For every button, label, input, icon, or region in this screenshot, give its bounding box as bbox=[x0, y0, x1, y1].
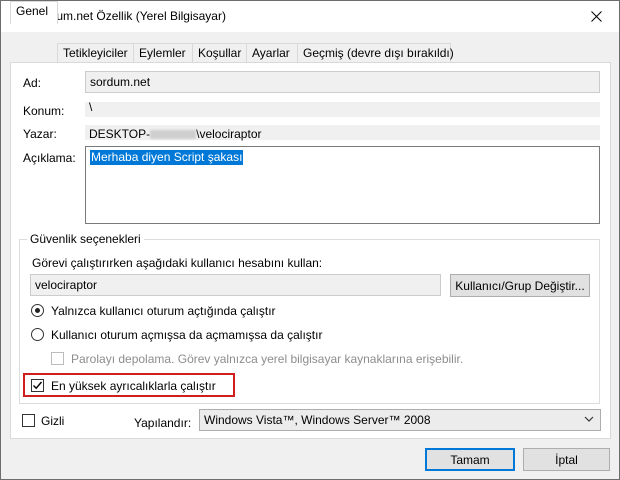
tab-general[interactable]: Genel bbox=[10, 1, 58, 24]
radio-run-only-logged-on-label[interactable]: Yalnızca kullanıcı oturum açtığında çalı… bbox=[51, 304, 276, 318]
user-account-value: velociraptor bbox=[35, 278, 98, 292]
close-button[interactable] bbox=[573, 1, 619, 32]
location-label: Konum: bbox=[23, 104, 65, 118]
ok-label: Tamam bbox=[450, 452, 490, 467]
title-bar[interactable]: sordum.net Özellik (Yerel Bilgisayar) bbox=[1, 1, 619, 32]
tab-label: Ayarlar bbox=[252, 46, 290, 60]
tab-label: Eylemler bbox=[139, 46, 186, 60]
run-as-label: Görevi çalıştırırken aşağıdaki kullanıcı… bbox=[32, 256, 323, 270]
radio-run-whether-logged-on[interactable] bbox=[31, 328, 44, 341]
name-value: sordum.net bbox=[90, 75, 151, 89]
location-value: \ bbox=[89, 100, 93, 114]
window-title: sordum.net Özellik (Yerel Bilgisayar) bbox=[33, 9, 226, 23]
tab-triggers[interactable]: Tetikleyiciler bbox=[57, 43, 134, 63]
description-value: Merhaba diyen Script şakası bbox=[90, 150, 244, 165]
security-group-title: Güvenlik seçenekleri bbox=[27, 232, 144, 246]
tab-label: Geçmiş (devre dışı bırakıldı) bbox=[303, 46, 454, 60]
cancel-label: İptal bbox=[555, 452, 578, 467]
tab-settings[interactable]: Ayarlar bbox=[246, 43, 298, 63]
author-suffix: \velociraptor bbox=[196, 127, 262, 141]
do-not-store-password-label: Parolayı depolama. Görev yalnızca yerel … bbox=[71, 352, 464, 366]
description-label: Açıklama: bbox=[23, 151, 76, 165]
radio-run-only-logged-on[interactable] bbox=[31, 304, 44, 317]
author-value: DESKTOP- \velociraptor bbox=[89, 127, 262, 141]
highest-privileges-label[interactable]: En yüksek ayrıcalıklarla çalıştır bbox=[51, 379, 216, 393]
checkbox-hidden[interactable] bbox=[22, 414, 35, 427]
tab-history[interactable]: Geçmiş (devre dışı bırakıldı) bbox=[297, 43, 454, 63]
change-user-button[interactable]: Kullanıcı/Grup Değiştir... bbox=[450, 274, 590, 297]
location-field bbox=[85, 102, 600, 117]
close-icon bbox=[590, 11, 602, 22]
tab-conditions[interactable]: Koşullar bbox=[192, 43, 247, 63]
checkmark-icon bbox=[33, 381, 43, 390]
task-properties-window: sordum.net Özellik (Yerel Bilgisayar) Ge… bbox=[0, 0, 620, 480]
author-prefix: DESKTOP- bbox=[89, 127, 151, 141]
hidden-label[interactable]: Gizli bbox=[41, 414, 64, 428]
tab-actions[interactable]: Eylemler bbox=[133, 43, 193, 63]
tab-label: Tetikleyiciler bbox=[63, 46, 128, 60]
configure-value: Windows Vista™, Windows Server™ 2008 bbox=[204, 413, 431, 427]
name-field[interactable]: sordum.net bbox=[85, 71, 600, 93]
name-label: Ad: bbox=[23, 76, 42, 90]
configure-for-select[interactable]: Windows Vista™, Windows Server™ 2008 bbox=[199, 409, 601, 431]
chevron-down-icon bbox=[584, 416, 594, 422]
description-textarea[interactable]: Merhaba diyen Script şakası bbox=[85, 146, 600, 224]
checkbox-highest-privileges[interactable] bbox=[31, 379, 44, 392]
cancel-button[interactable]: İptal bbox=[523, 448, 610, 471]
ok-button[interactable]: Tamam bbox=[425, 448, 515, 471]
redacted-hostname bbox=[150, 130, 197, 140]
tab-label: Koşullar bbox=[198, 46, 242, 60]
tab-label: Genel bbox=[16, 4, 49, 18]
user-account-field: velociraptor bbox=[30, 274, 441, 296]
radio-run-whether-logged-on-label[interactable]: Kullanıcı oturum açmışsa da açmamışsa da… bbox=[51, 328, 322, 342]
configure-label: Yapılandır: bbox=[134, 416, 192, 430]
checkbox-do-not-store-password[interactable] bbox=[51, 352, 64, 365]
author-label: Yazar: bbox=[23, 127, 57, 141]
change-user-label: Kullanıcı/Grup Değiştir... bbox=[455, 278, 585, 293]
